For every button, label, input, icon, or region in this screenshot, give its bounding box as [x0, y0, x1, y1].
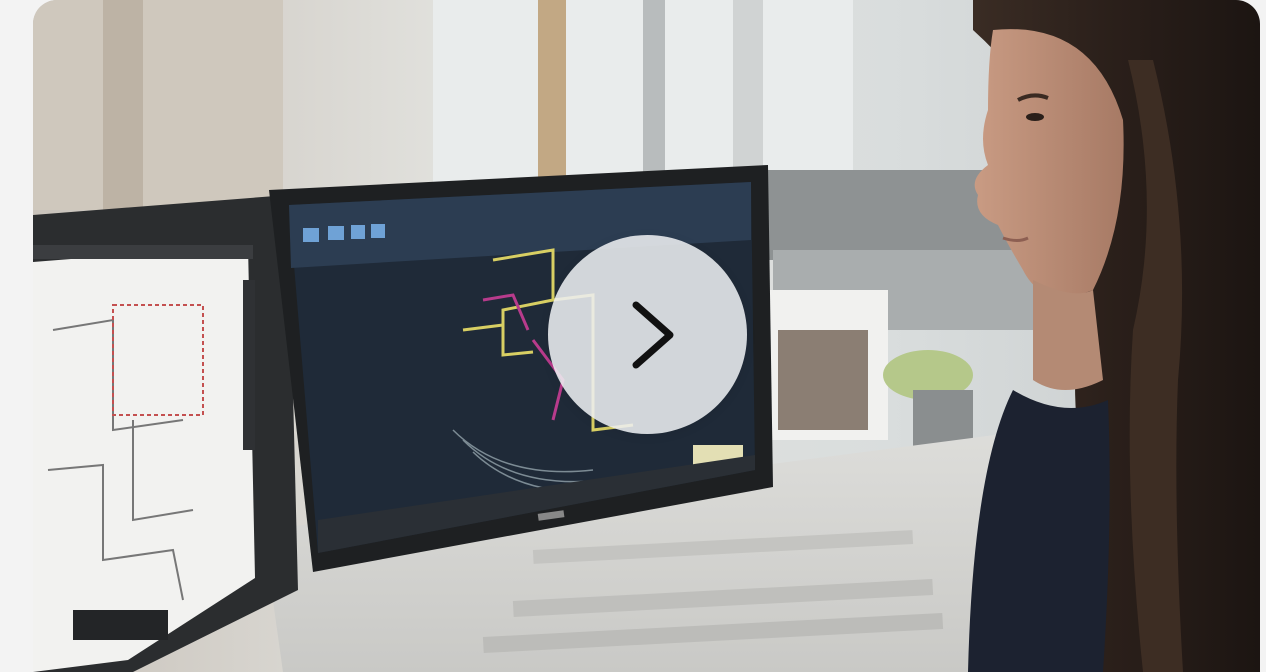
chevron-right-icon [632, 301, 673, 368]
play-button[interactable] [548, 235, 747, 434]
video-player[interactable] [33, 0, 1260, 672]
